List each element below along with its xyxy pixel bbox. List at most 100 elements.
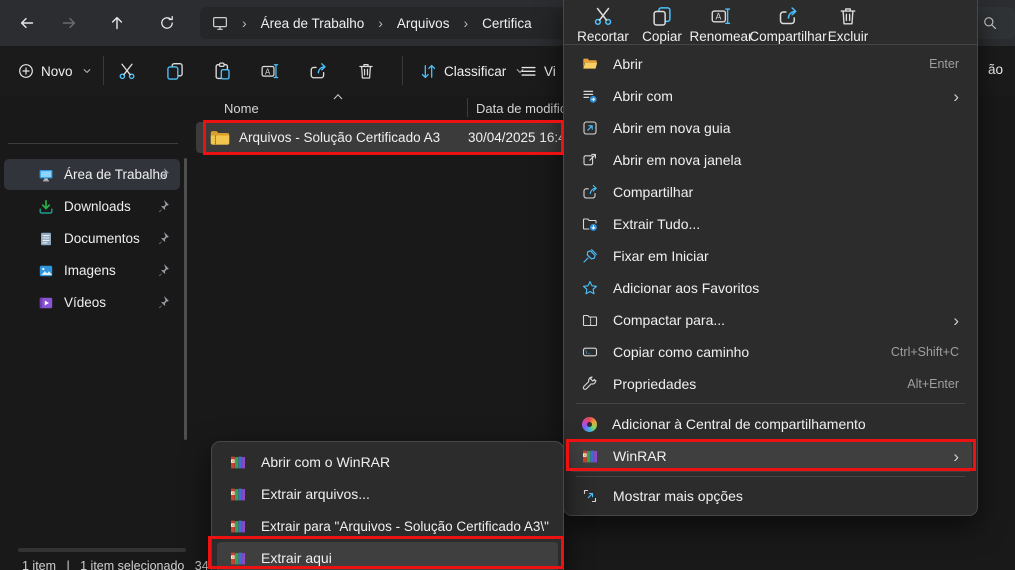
breadcrumb-desktop[interactable]: Área de Trabalho — [261, 16, 365, 31]
sidebar-item-videos[interactable]: Vídeos — [4, 287, 180, 318]
toolbar-divider — [103, 56, 104, 85]
svg-text:\..: \.. — [585, 349, 591, 356]
cut-button[interactable] — [109, 54, 145, 88]
column-header-date[interactable]: Data de modifica — [476, 101, 574, 116]
sort-icon — [420, 63, 437, 80]
new-button[interactable]: Novo — [8, 54, 102, 88]
winrar-icon — [230, 518, 246, 534]
toolbar-divider — [402, 56, 403, 85]
menu-item-abrir[interactable]: Abrir Enter — [569, 48, 972, 80]
back-button[interactable] — [10, 7, 44, 39]
menu-item-copiar-caminho[interactable]: \.. Copiar como caminho Ctrl+Shift+C — [569, 336, 972, 368]
menu-item-fixar-iniciar[interactable]: Fixar em Iniciar — [569, 240, 972, 272]
up-button[interactable] — [100, 7, 134, 39]
breadcrumb-separator-icon — [378, 15, 383, 31]
menu-item-winrar[interactable]: WinRAR — [569, 440, 972, 472]
cut-scissors-icon — [593, 6, 613, 26]
menu-item-compactar[interactable]: Compactar para... — [569, 304, 972, 336]
column-header-name[interactable]: Nome — [224, 101, 259, 116]
downloads-icon — [38, 199, 54, 215]
open-new-tab-icon — [582, 120, 598, 136]
pin-icon — [156, 231, 170, 245]
paste-button[interactable] — [204, 54, 240, 88]
menu-item-extrair-tudo[interactable]: Extrair Tudo... — [569, 208, 972, 240]
share-icon — [309, 62, 327, 80]
search-box[interactable] — [972, 7, 1015, 39]
submenu-item-abrir-com-winrar[interactable]: Abrir com o WinRAR — [217, 446, 558, 478]
open-new-window-icon — [582, 152, 598, 168]
sidebar-item-documentos[interactable]: Documentos — [4, 223, 180, 254]
submenu-item-extrair-para[interactable]: Extrair para "Arquivos - Solução Certifi… — [217, 510, 558, 542]
status-bar-text: 1 item | 1 item selecionado 347 KB — [22, 559, 236, 570]
share-button[interactable] — [300, 54, 336, 88]
sharing-hub-icon — [582, 417, 597, 432]
menu-item-abrir-com[interactable]: Abrir com — [569, 80, 972, 112]
back-arrow-icon — [19, 15, 35, 31]
breadcrumb-certificado[interactable]: Certifica — [482, 16, 532, 31]
refresh-button[interactable] — [150, 7, 184, 39]
copy-icon — [652, 6, 672, 26]
quick-action-delete[interactable]: Excluir — [822, 0, 874, 50]
sidebar: Área de Trabalho Downloads Documentos — [0, 95, 190, 570]
menu-divider — [576, 403, 965, 404]
open-with-icon — [582, 88, 598, 104]
toolbar-clipped-label: ão — [988, 62, 1003, 77]
search-icon — [982, 15, 998, 31]
delete-button[interactable] — [348, 54, 384, 88]
pictures-icon — [38, 263, 54, 279]
submenu-item-extrair-aqui[interactable]: Extrair aqui — [217, 542, 558, 570]
winrar-submenu: Abrir com o WinRAR Extrair arquivos... E… — [211, 441, 564, 570]
breadcrumb-arquivos[interactable]: Arquivos — [397, 16, 450, 31]
documents-icon — [38, 231, 54, 247]
sidebar-item-area-de-trabalho[interactable]: Área de Trabalho — [4, 159, 180, 190]
shortcut: Alt+Enter — [907, 377, 959, 391]
quick-action-copy[interactable]: Copiar — [636, 0, 688, 50]
view-list-icon — [520, 63, 537, 80]
file-name: Arquivos - Solução Certificado A3 — [239, 130, 440, 145]
submenu-item-extrair-arquivos[interactable]: Extrair arquivos... — [217, 478, 558, 510]
file-row-selected[interactable]: Arquivos - Solução Certificado A3 30/04/… — [196, 122, 562, 153]
menu-item-central-compartilhamento[interactable]: Adicionar à Central de compartilhamento — [569, 408, 972, 440]
winrar-icon — [230, 486, 246, 502]
sort-button-label: Classificar — [444, 64, 506, 79]
menu-item-abrir-nova-janela[interactable]: Abrir em nova janela — [569, 144, 972, 176]
menu-item-compartilhar[interactable]: Compartilhar — [569, 176, 972, 208]
file-explorer-window: Área de Trabalho Arquivos Certifica Novo — [0, 0, 1015, 570]
file-date-modified: 30/04/2025 16:44 — [468, 130, 573, 145]
quick-action-cut[interactable]: Recortar — [572, 0, 634, 50]
share-icon — [582, 184, 598, 200]
menu-item-propriedades[interactable]: Propriedades Alt+Enter — [569, 368, 972, 400]
rename-icon: A — [261, 62, 279, 80]
trash-icon — [357, 62, 375, 80]
pin-to-start-icon — [582, 248, 598, 264]
forward-button[interactable] — [52, 7, 86, 39]
zip-folder-icon — [582, 312, 598, 328]
horizontal-scrollbar[interactable] — [18, 548, 186, 552]
column-divider[interactable] — [467, 98, 468, 117]
sidebar-scrollbar[interactable] — [184, 158, 187, 440]
submenu-chevron-icon — [953, 448, 959, 465]
menu-divider — [564, 44, 977, 45]
sidebar-item-label: Vídeos — [64, 295, 106, 310]
menu-divider — [576, 476, 965, 477]
videos-icon — [38, 295, 54, 311]
sidebar-item-imagens[interactable]: Imagens — [4, 255, 180, 286]
rename-button[interactable]: A — [252, 54, 288, 88]
pin-icon — [156, 263, 170, 277]
quick-action-label: Excluir — [828, 29, 869, 44]
paste-icon — [213, 62, 231, 80]
sidebar-item-downloads[interactable]: Downloads — [4, 191, 180, 222]
menu-item-favoritos[interactable]: Adicionar aos Favoritos — [569, 272, 972, 304]
menu-item-abrir-nova-guia[interactable]: Abrir em nova guia — [569, 112, 972, 144]
extract-all-icon — [582, 216, 598, 232]
desktop-icon — [38, 167, 54, 183]
copy-button[interactable] — [157, 54, 193, 88]
copy-icon — [166, 62, 184, 80]
quick-action-share[interactable]: Compartilhar — [746, 0, 830, 50]
view-button-label: Vi — [544, 64, 556, 79]
up-arrow-icon — [109, 15, 125, 31]
menu-item-mostrar-mais-opcoes[interactable]: Mostrar mais opções — [569, 480, 972, 512]
breadcrumb-separator-icon — [463, 15, 468, 31]
view-button[interactable]: Vi — [512, 54, 564, 88]
winrar-icon — [582, 448, 598, 464]
